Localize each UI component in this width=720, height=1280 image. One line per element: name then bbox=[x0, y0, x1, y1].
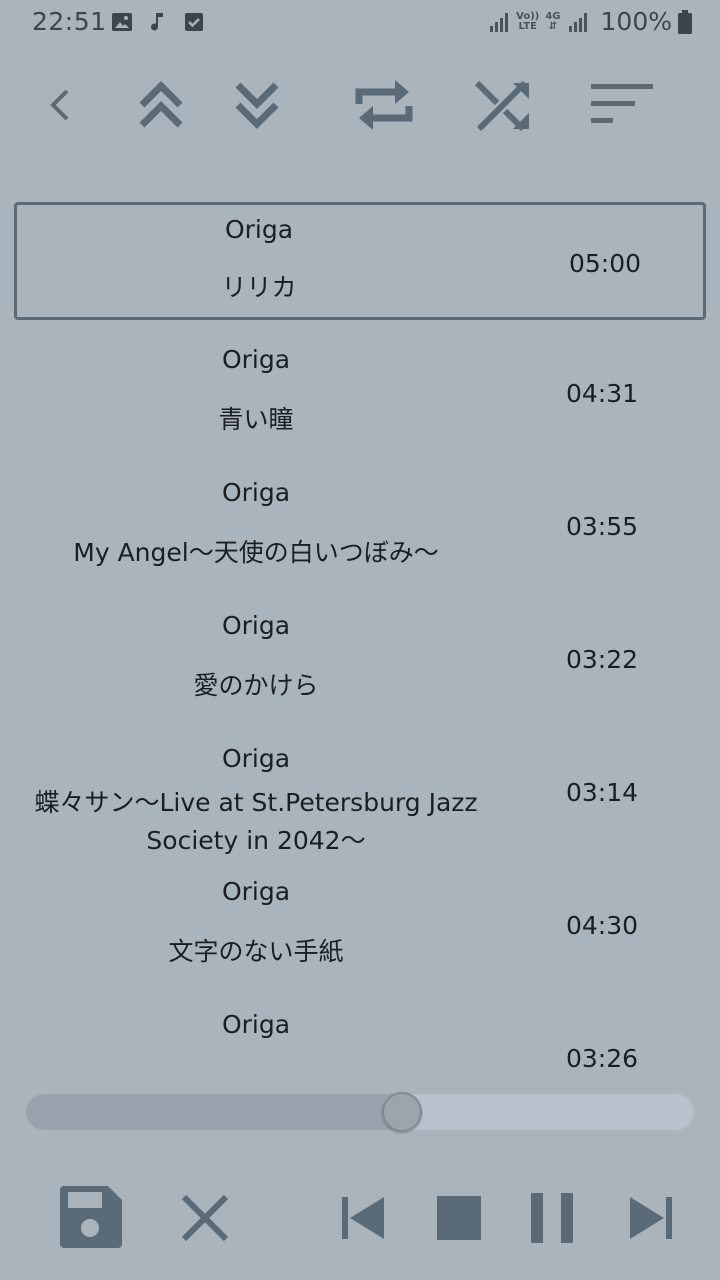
track-artist: Origa bbox=[221, 611, 291, 640]
signal-icon bbox=[490, 12, 509, 32]
track-title: リリカ bbox=[221, 273, 297, 302]
close-icon bbox=[181, 1194, 229, 1242]
shuffle-button[interactable] bbox=[466, 60, 542, 150]
track-row[interactable]: Origa My Angel〜天使の白いつぼみ〜 03:55 bbox=[14, 468, 706, 586]
move-up-button[interactable] bbox=[126, 60, 196, 150]
shuffle-icon bbox=[474, 80, 529, 132]
move-down-button[interactable] bbox=[222, 60, 292, 150]
track-duration: 04:30 bbox=[565, 911, 639, 940]
battery-icon bbox=[678, 9, 692, 34]
track-title-line-1: 蝶々サン〜Live at St.Petersburg Jazz bbox=[34, 788, 478, 817]
track-duration: 05:00 bbox=[568, 249, 642, 278]
close-button[interactable] bbox=[172, 1176, 238, 1260]
status-bar: 22:51 Vo)) LTE 4G ⇵ 100% bbox=[0, 0, 720, 46]
next-button[interactable] bbox=[618, 1176, 684, 1260]
save-button[interactable] bbox=[52, 1176, 128, 1260]
track-row[interactable]: Origa 愛のかけら 03:22 bbox=[14, 601, 706, 719]
track-duration: 03:26 bbox=[565, 1044, 639, 1070]
track-title: 愛のかけら bbox=[193, 671, 319, 700]
pause-icon bbox=[531, 1193, 573, 1243]
4g-icon: 4G ⇵ bbox=[545, 10, 561, 32]
track-duration: 03:55 bbox=[565, 512, 639, 541]
track-row[interactable]: Origa リリカ 05:00 bbox=[14, 202, 706, 320]
track-title: 青い瞳 bbox=[218, 405, 294, 434]
toolbar bbox=[0, 60, 720, 150]
previous-button[interactable] bbox=[330, 1176, 396, 1260]
save-icon bbox=[60, 1186, 122, 1248]
track-duration: 03:22 bbox=[565, 645, 639, 674]
music-note-icon bbox=[151, 13, 163, 31]
stop-icon bbox=[437, 1196, 481, 1240]
status-time: 22:51 bbox=[32, 7, 107, 36]
track-title: My Angel〜天使の白いつぼみ〜 bbox=[73, 538, 439, 567]
checkbox-icon bbox=[185, 13, 203, 31]
track-duration: 03:14 bbox=[565, 778, 639, 807]
seek-bar[interactable] bbox=[26, 1092, 694, 1132]
next-icon bbox=[630, 1197, 672, 1239]
back-button[interactable] bbox=[30, 60, 90, 150]
track-artist: Origa bbox=[221, 478, 291, 507]
battery-percent: 100% bbox=[600, 7, 672, 36]
playback-controls bbox=[0, 1176, 720, 1260]
track-title: 文字のない手紙 bbox=[168, 937, 344, 966]
repeat-button[interactable] bbox=[346, 60, 422, 150]
previous-icon bbox=[342, 1197, 384, 1239]
pause-button[interactable] bbox=[520, 1176, 586, 1260]
playlist[interactable]: Origa リリカ 05:00 Origa 青い瞳 04:31 Origa My… bbox=[0, 202, 720, 1070]
signal-icon bbox=[568, 12, 587, 32]
notification-icons bbox=[110, 10, 206, 34]
track-artist: Origa bbox=[221, 877, 291, 906]
track-artist: Origa bbox=[221, 345, 291, 374]
track-artist: Origa bbox=[221, 1010, 291, 1039]
image-icon bbox=[112, 13, 132, 31]
system-icons: Vo)) LTE 4G ⇵ 100% bbox=[488, 7, 692, 36]
track-artist: Origa bbox=[224, 215, 294, 244]
back-icon bbox=[50, 89, 69, 121]
seek-thumb[interactable] bbox=[382, 1092, 423, 1132]
track-row[interactable]: Origa 青い瞳 04:31 bbox=[14, 335, 706, 453]
seek-progress bbox=[26, 1094, 401, 1130]
volte-icon: Vo)) LTE bbox=[516, 10, 540, 32]
track-duration: 04:31 bbox=[565, 379, 639, 408]
stop-button[interactable] bbox=[426, 1176, 492, 1260]
track-row[interactable]: Origa 03:26 bbox=[14, 1000, 706, 1070]
move-up-icon bbox=[139, 81, 183, 128]
track-row[interactable]: Origa 文字のない手紙 04:30 bbox=[14, 867, 706, 985]
sort-button[interactable] bbox=[584, 60, 660, 150]
sort-icon bbox=[591, 84, 653, 123]
track-row[interactable]: Origa 蝶々サン〜Live at St.Petersburg Jazz So… bbox=[14, 734, 706, 855]
move-down-icon bbox=[235, 82, 279, 129]
track-artist: Origa bbox=[221, 744, 291, 773]
repeat-icon bbox=[355, 80, 413, 130]
track-title-line-2: Society in 2042〜 bbox=[146, 826, 366, 855]
